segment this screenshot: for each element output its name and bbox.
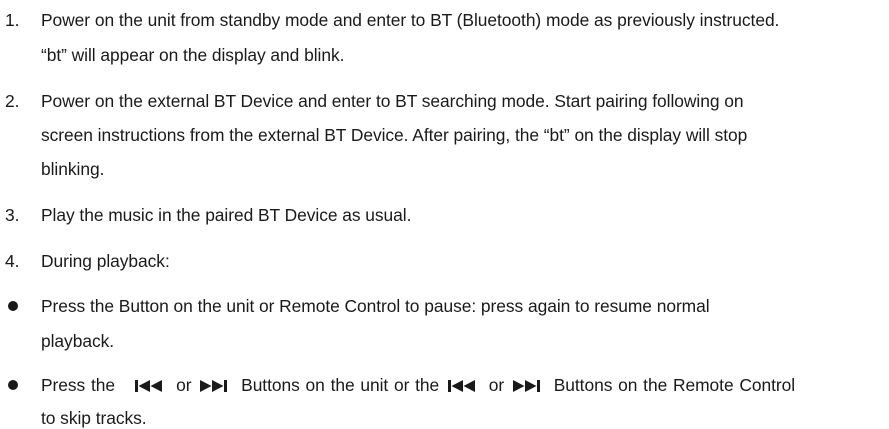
bullet-dot-1 — [8, 301, 18, 311]
skip-next-icon — [512, 379, 546, 393]
step-4-line-1: During playback: — [41, 251, 170, 271]
step-2-line-1: Power on the external BT Device and ente… — [41, 91, 744, 111]
bullet-2-text-or-2: or — [488, 375, 505, 395]
step-4-number: 4. — [5, 251, 20, 271]
bullet-2-text-or-1: or — [176, 375, 192, 395]
step-2-line-3: blinking. — [41, 159, 105, 179]
bullet-2-text-buttons-remote: Buttons on the Remote Control — [553, 375, 796, 395]
bullet-dot-2 — [8, 380, 18, 390]
bullet-2-line-1: Press the or Buttons on the unit or the … — [41, 375, 795, 395]
bullet-1-line-1: Press the Button on the unit or Remote C… — [41, 296, 710, 316]
step-2-line-2: screen instructions from the external BT… — [41, 125, 748, 145]
skip-next-icon — [199, 379, 233, 393]
bullet-2-text-press-the: Press the — [41, 375, 116, 395]
bullet-2-line-2: to skip tracks. — [41, 408, 147, 428]
bullet-2-text-buttons-unit: Buttons on the unit or the — [241, 375, 440, 395]
skip-previous-icon — [447, 379, 481, 393]
step-2-number: 2. — [5, 91, 20, 111]
step-1-line-1: Power on the unit from standby mode and … — [41, 10, 780, 30]
bullet-1-line-2: playback. — [41, 331, 115, 351]
skip-previous-icon — [134, 379, 168, 393]
step-3-number: 3. — [5, 205, 20, 225]
step-1-number: 1. — [5, 10, 20, 30]
step-1-line-2: “bt” will appear on the display and blin… — [41, 45, 345, 65]
step-3-line-1: Play the music in the paired BT Device a… — [41, 205, 412, 225]
